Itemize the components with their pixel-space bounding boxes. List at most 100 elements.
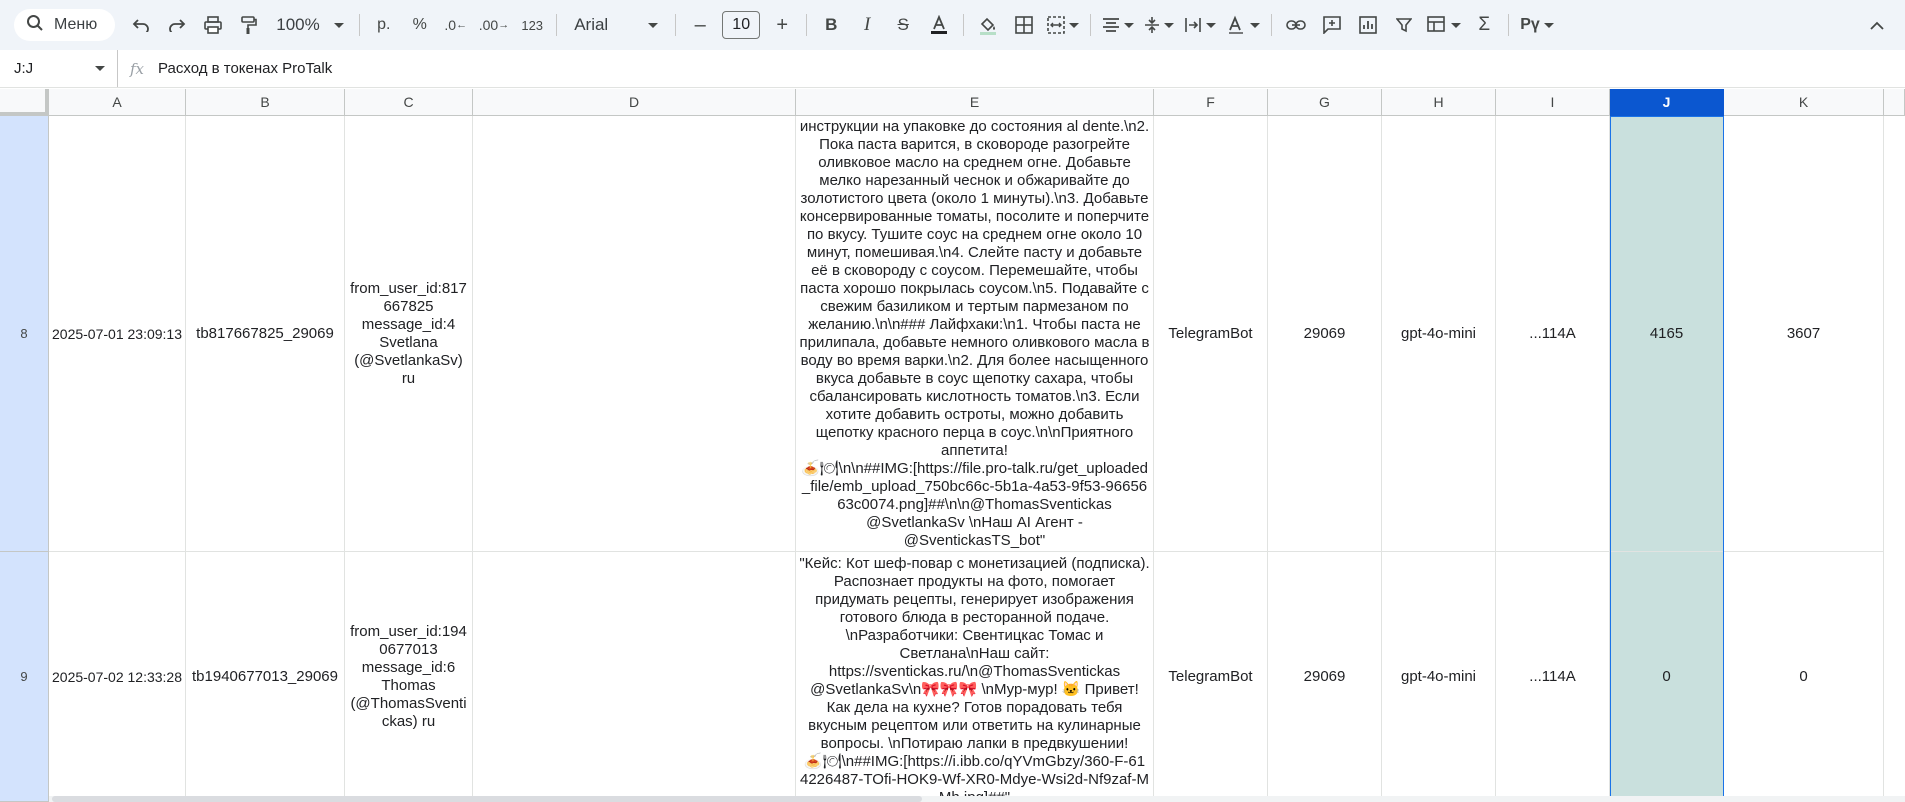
select-all-corner[interactable] xyxy=(0,89,49,116)
cell-a8[interactable]: 2025-07-01 23:09:13 xyxy=(49,116,186,552)
cell-b8[interactable]: tb817667825_29069 xyxy=(186,116,345,552)
zoom-select[interactable]: 100% xyxy=(270,9,349,41)
cell-g9[interactable]: 29069 xyxy=(1268,552,1382,802)
column-header-d[interactable]: D xyxy=(473,89,796,116)
input-tools-icon[interactable]: Рү xyxy=(1518,9,1556,41)
font-family-value: Arial xyxy=(574,15,609,34)
filter-icon[interactable] xyxy=(1389,9,1419,41)
toolbar-divider xyxy=(358,14,360,36)
cell-f8[interactable]: TelegramBot xyxy=(1154,116,1268,552)
formula-bar: J:J fx Расход в токенах ProTalk xyxy=(0,50,1905,88)
column-header-c[interactable]: C xyxy=(345,89,473,116)
percent-format-button[interactable]: % xyxy=(405,9,435,41)
cell-i8[interactable]: ...114A xyxy=(1496,116,1610,552)
toolbar-divider xyxy=(963,14,965,36)
row-header-8[interactable]: 8 xyxy=(0,116,49,552)
currency-format-button[interactable]: р. xyxy=(369,9,399,41)
cell-h9[interactable]: gpt-4o-mini xyxy=(1382,552,1496,802)
row-header-9[interactable]: 9 xyxy=(0,552,49,802)
cell-e8[interactable]: инструкции на упаковке до состояния al d… xyxy=(796,116,1154,552)
chevron-down-icon xyxy=(1164,22,1175,28)
cell-f9[interactable]: TelegramBot xyxy=(1154,552,1268,802)
align-icon[interactable] xyxy=(1100,9,1136,41)
currency-label: р. xyxy=(377,16,391,33)
table-view-icon[interactable] xyxy=(1425,9,1463,41)
chevron-down-icon xyxy=(1069,22,1080,28)
menu-label: Меню xyxy=(54,16,98,33)
cell-b9[interactable]: tb1940677013_29069 xyxy=(186,552,345,802)
chevron-down-icon xyxy=(1543,22,1554,28)
wrap-icon[interactable] xyxy=(1182,9,1218,41)
column-header-overflow xyxy=(1884,89,1905,116)
chevron-down-icon xyxy=(648,22,659,28)
cell-k9[interactable]: 0 xyxy=(1724,552,1884,802)
cell-j9[interactable]: 0 xyxy=(1610,552,1724,802)
font-size-input[interactable]: 10 xyxy=(722,11,761,39)
horizontal-scrollbar-thumb[interactable] xyxy=(52,796,922,802)
paint-format-icon[interactable] xyxy=(234,9,264,41)
column-header-e[interactable]: E xyxy=(796,89,1154,116)
name-box[interactable]: J:J xyxy=(0,50,118,87)
column-header-a[interactable]: A xyxy=(49,89,186,116)
spreadsheet-grid: A B C D E F G H I J K 8 2025-07-01 23:09… xyxy=(0,89,1905,802)
cell-i9[interactable]: ...114A xyxy=(1496,552,1610,802)
menu-search-button[interactable]: Меню xyxy=(14,9,116,41)
column-header-g[interactable]: G xyxy=(1268,89,1382,116)
functions-icon[interactable]: Σ xyxy=(1469,9,1499,41)
decrease-decimal-button[interactable]: .0 ← xyxy=(441,9,471,41)
bold-icon[interactable]: B xyxy=(816,9,846,41)
column-header-j[interactable]: J xyxy=(1610,89,1724,116)
cell-a9[interactable]: 2025-07-02 12:33:28 xyxy=(49,552,186,802)
strikethrough-icon[interactable]: S xyxy=(888,9,918,41)
formula-input[interactable]: Расход в токенах ProTalk xyxy=(158,60,332,77)
print-icon[interactable] xyxy=(198,9,228,41)
column-header-i[interactable]: I xyxy=(1496,89,1610,116)
merge-icon[interactable] xyxy=(1045,9,1081,41)
italic-icon[interactable]: I xyxy=(852,9,882,41)
percent-label: % xyxy=(412,16,427,33)
link-icon[interactable] xyxy=(1281,9,1311,41)
font-family-select[interactable]: Arial xyxy=(566,9,666,41)
column-header-h[interactable]: H xyxy=(1382,89,1496,116)
decrease-font-size-button[interactable]: – xyxy=(685,9,715,41)
fill-color-icon[interactable] xyxy=(973,9,1003,41)
toolbar-divider xyxy=(806,14,808,36)
zoom-value: 100% xyxy=(276,15,320,34)
toolbar-divider xyxy=(1508,14,1510,36)
search-icon xyxy=(26,14,44,37)
column-header-f[interactable]: F xyxy=(1154,89,1268,116)
cell-e9[interactable]: "Кейс: Кот шеф-повар с монетизацией (под… xyxy=(796,552,1154,802)
cell-d8[interactable] xyxy=(473,116,796,552)
chevron-down-icon xyxy=(1124,22,1135,28)
cell-d9[interactable] xyxy=(473,552,796,802)
chevron-down-icon xyxy=(95,66,105,71)
text-color-icon[interactable] xyxy=(924,9,954,41)
increase-font-size-button[interactable]: + xyxy=(767,9,797,41)
comment-icon[interactable] xyxy=(1317,9,1347,41)
chart-icon[interactable] xyxy=(1353,9,1383,41)
borders-icon[interactable] xyxy=(1009,9,1039,41)
increase-decimal-button[interactable]: .00 → xyxy=(477,9,511,41)
toolbar-divider xyxy=(675,14,677,36)
cell-g8[interactable]: 29069 xyxy=(1268,116,1382,552)
redo-icon[interactable] xyxy=(162,9,192,41)
column-header-b[interactable]: B xyxy=(186,89,345,116)
name-box-value: J:J xyxy=(14,60,34,77)
number-format-label: 123 xyxy=(521,17,544,33)
number-format-button[interactable]: 123 xyxy=(517,9,547,41)
undo-icon[interactable] xyxy=(126,9,156,41)
valign-icon[interactable] xyxy=(1142,9,1176,41)
chevron-down-icon xyxy=(1206,22,1217,28)
collapse-icon[interactable] xyxy=(1862,9,1892,41)
toolbar: Меню 100% р. % .0 ← .00 → 123 Arial – 10 +… xyxy=(0,0,1905,50)
column-header-k[interactable]: K xyxy=(1724,89,1884,116)
cell-c8[interactable]: from_user_id:817 667825 message_id:4 Sve… xyxy=(345,116,473,552)
cell-c9[interactable]: from_user_id:194 0677013 message_id:6 Th… xyxy=(345,552,473,802)
cell-k8[interactable]: 3607 xyxy=(1724,116,1884,552)
chevron-down-icon xyxy=(333,22,344,28)
cell-j8[interactable]: 4165 xyxy=(1610,116,1724,552)
cell-h8[interactable]: gpt-4o-mini xyxy=(1382,116,1496,552)
toolbar-divider xyxy=(556,14,558,36)
rotate-icon[interactable] xyxy=(1224,9,1262,41)
increase-decimal-label: .00 xyxy=(478,17,499,33)
